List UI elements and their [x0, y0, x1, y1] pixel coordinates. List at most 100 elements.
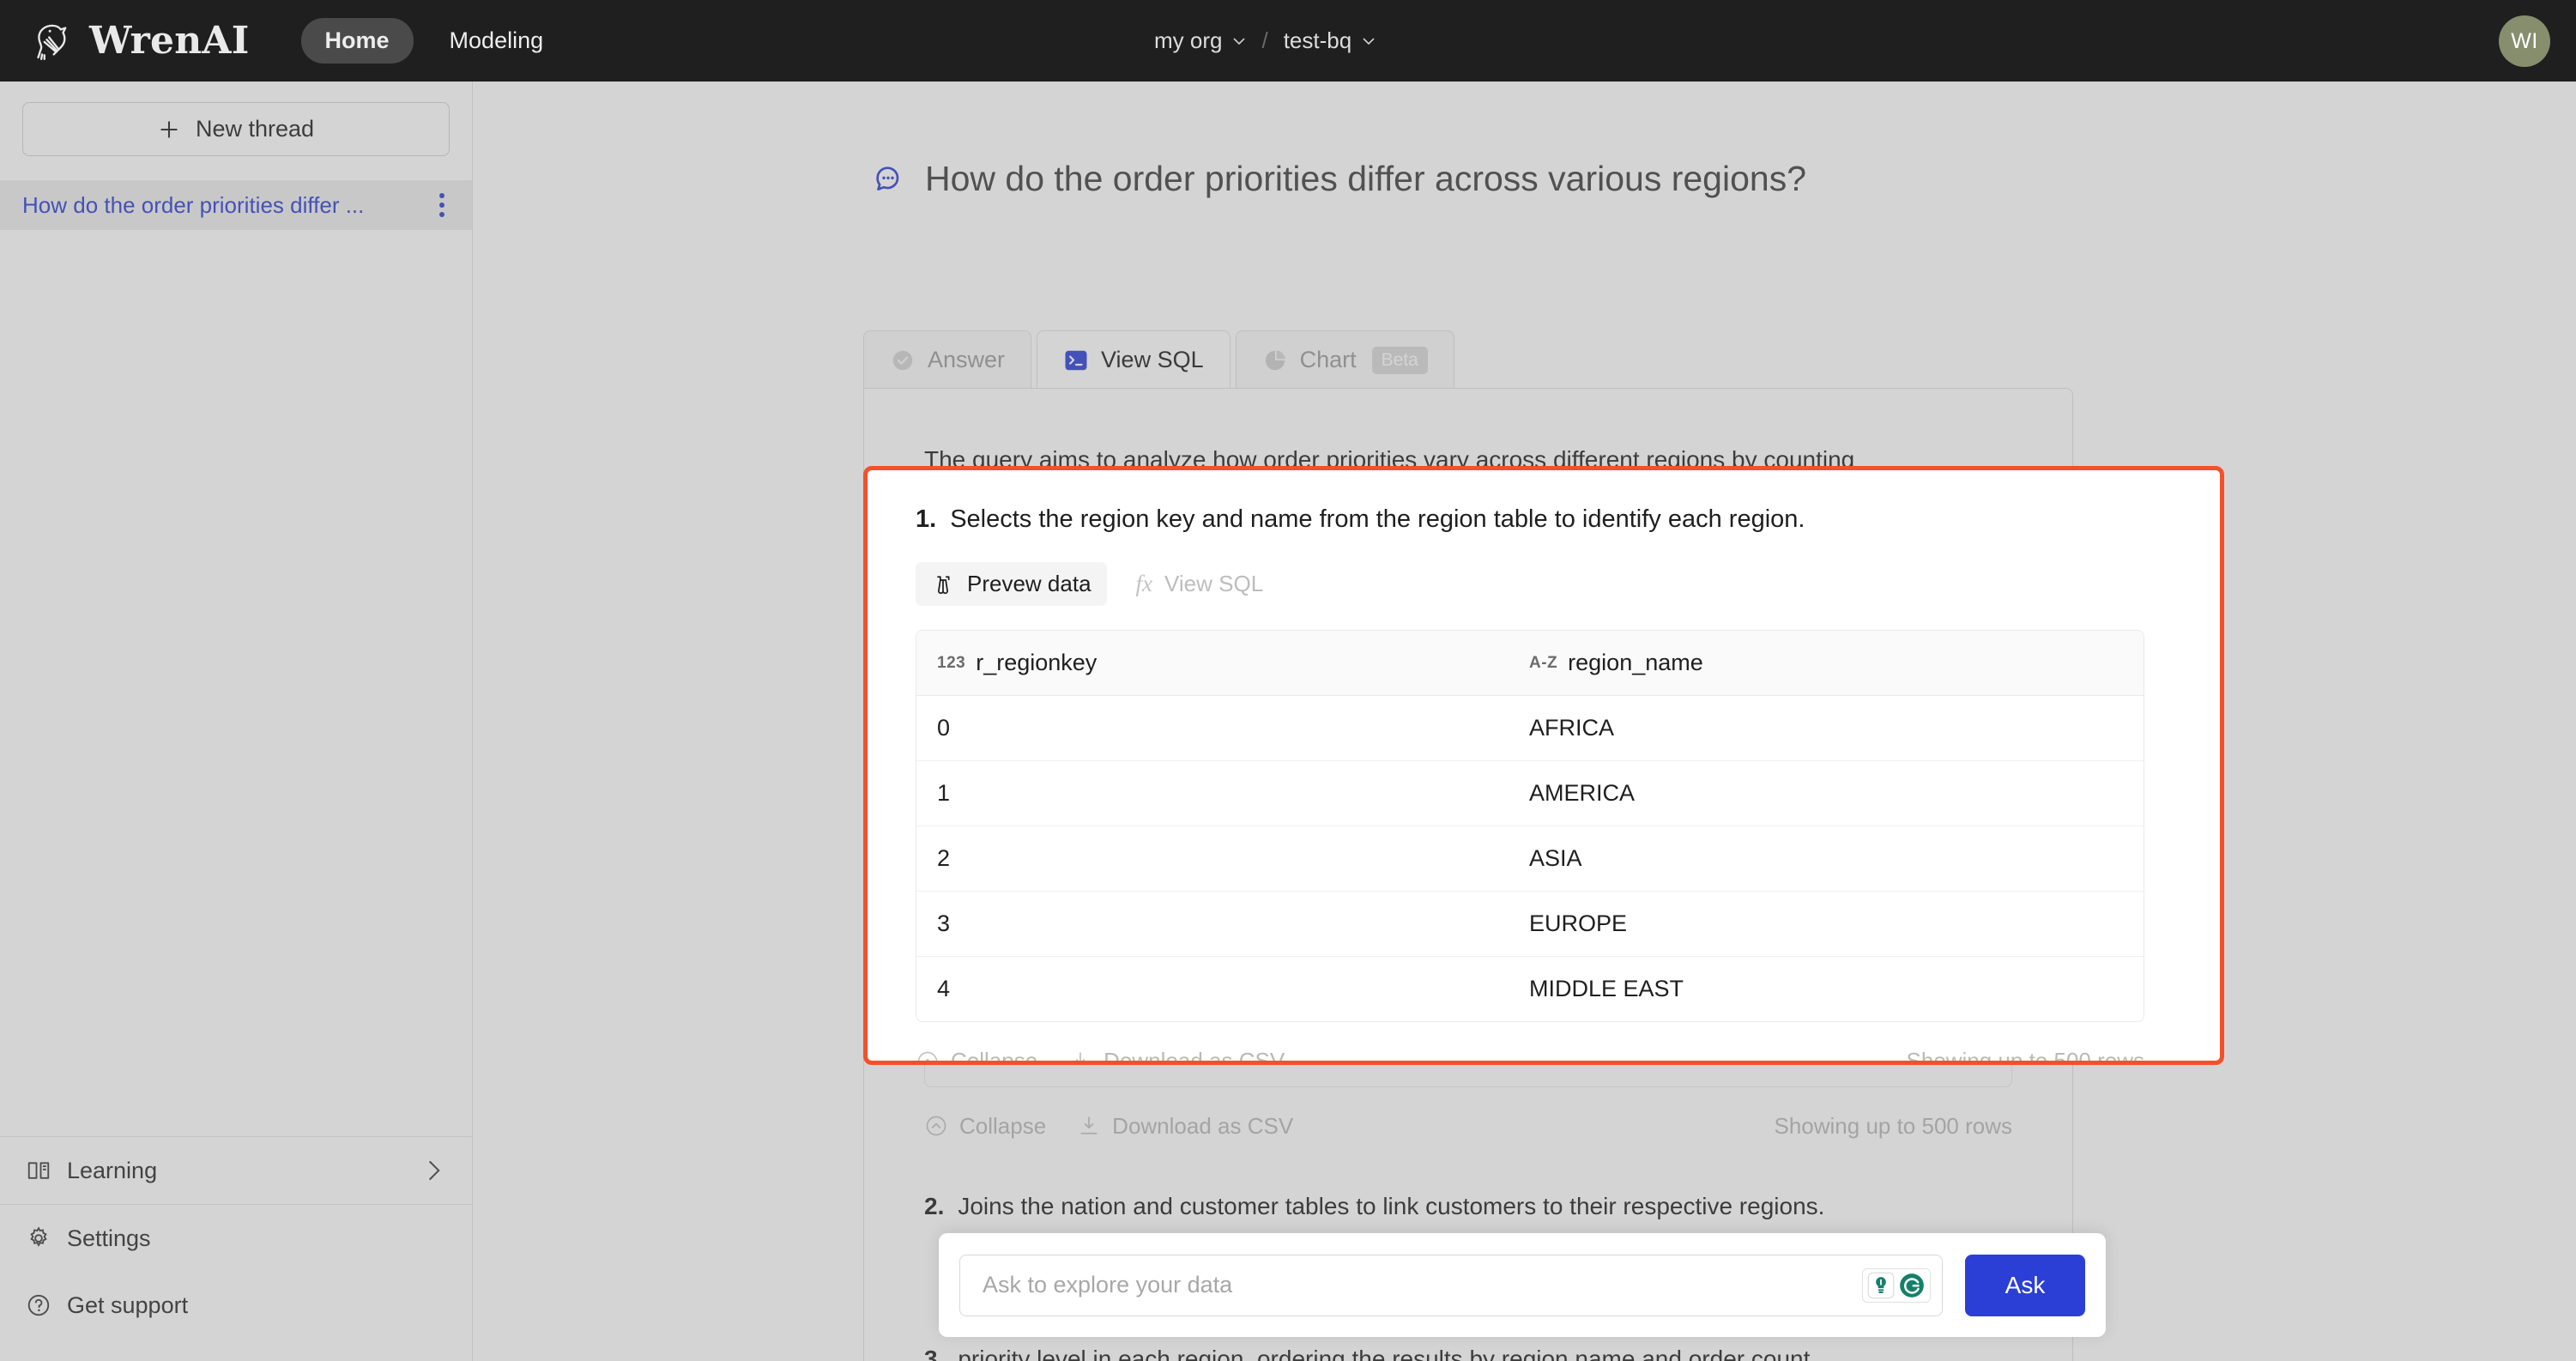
lightbulb-extension-icon[interactable] — [1867, 1272, 1895, 1299]
sidebar-item-label: Learning — [67, 1157, 158, 1183]
project-selector[interactable]: test-bq — [1284, 27, 1376, 54]
chevron-right-icon — [429, 1161, 440, 1180]
download-icon — [1075, 1051, 1085, 1061]
new-thread-label: New thread — [195, 116, 315, 142]
highlighted-step-card: 1. Selects the region key and name from … — [863, 466, 2224, 1065]
nav-item-modeling[interactable]: Modeling — [426, 18, 568, 64]
step-actions: Prevew data fx View SQL — [916, 562, 2144, 607]
wren-logo-icon — [37, 24, 67, 60]
preview-data-label: Prevew data — [967, 571, 1091, 597]
table-cell: 2 — [937, 845, 951, 872]
collapse-label: Collapse — [959, 1112, 1047, 1139]
ask-input[interactable] — [959, 1254, 1943, 1316]
table-row: 2 ASIA — [916, 826, 2144, 892]
step-number: 2. — [924, 1192, 945, 1219]
table-footer: Collapse Download as CSV Showing up to 5… — [924, 1113, 2012, 1140]
download-csv-label: Download as CSV — [1104, 1048, 1285, 1065]
org-name: my org — [1154, 27, 1223, 53]
top-navbar: WrenAI Home Modeling my org / test-bq WI — [0, 0, 2576, 82]
nav-item-home[interactable]: Home — [300, 18, 414, 64]
question-circle-icon — [27, 1294, 50, 1316]
sidebar-item-label: Settings — [67, 1225, 151, 1251]
binoculars-icon — [937, 576, 950, 594]
page-title-text: How do the order priorities differ acros… — [925, 159, 1807, 198]
collapse-label: Collapse — [951, 1048, 1038, 1065]
collapse-button[interactable]: Collapse — [924, 1113, 1046, 1140]
table-row: 4 MIDDLE EAST — [916, 957, 2144, 1021]
table-cell: EUROPE — [1529, 910, 1628, 937]
ask-input-wrapper — [959, 1254, 1943, 1316]
page-title: How do the order priorities differ acros… — [872, 159, 1806, 199]
preview-data-button[interactable]: Prevew data — [916, 562, 1107, 607]
step-number: 3. — [924, 1346, 945, 1361]
step-text: Selects the region key and name from the… — [950, 505, 1805, 533]
thread-list: How do the order priorities differ ... — [0, 180, 472, 1136]
view-sql-label: View SQL — [1164, 571, 1264, 597]
tab-chart[interactable]: Chart Beta — [1235, 330, 1454, 389]
org-project-selector: my org / test-bq — [1154, 0, 1376, 82]
brand-name: WrenAI — [89, 19, 250, 63]
thread-more-icon[interactable] — [434, 188, 450, 222]
download-csv-label: Download as CSV — [1112, 1112, 1294, 1139]
terminal-icon — [1065, 350, 1087, 370]
collapse-button[interactable]: Collapse — [916, 1048, 1038, 1065]
ask-bar: Ask — [939, 1233, 2106, 1337]
sidebar: New thread How do the order priorities d… — [0, 82, 473, 1361]
tab-answer[interactable]: Answer — [863, 330, 1032, 389]
table-row: 3 EUROPE — [916, 892, 2144, 958]
sidebar-item-label: Get support — [67, 1291, 189, 1318]
sidebar-item-settings[interactable]: Settings — [0, 1205, 472, 1272]
table-row: 0 AFRICA — [916, 696, 2144, 762]
chevron-down-icon — [1363, 37, 1375, 45]
sidebar-bottom: Learning Settings Get support — [0, 1136, 472, 1361]
table-cell: ASIA — [1529, 845, 1582, 872]
browser-extension-icons — [1862, 1267, 1931, 1303]
project-name: test-bq — [1283, 27, 1352, 53]
column-type-numeric: 123 — [937, 653, 966, 672]
plus-icon — [160, 120, 178, 138]
view-sql-button[interactable]: fx View SQL — [1121, 562, 1279, 606]
org-selector[interactable]: my org — [1154, 27, 1246, 54]
table-cell: 4 — [937, 976, 951, 1002]
download-csv-button[interactable]: Download as CSV — [1068, 1048, 1285, 1065]
sidebar-item-get-support[interactable]: Get support — [0, 1272, 472, 1339]
download-icon — [1080, 1116, 1098, 1135]
tab-label: View SQL — [1101, 347, 1204, 372]
column-name: region_name — [1568, 650, 1703, 676]
tab-view-sql[interactable]: View SQL — [1037, 330, 1231, 389]
new-thread-button[interactable]: New thread — [22, 102, 450, 156]
thread-item[interactable]: How do the order priorities differ ... — [0, 180, 472, 230]
column-name: r_regionkey — [976, 650, 1098, 676]
beta-badge: Beta — [1371, 346, 1428, 374]
table-cell: 1 — [937, 780, 951, 807]
chat-bubble-icon — [876, 166, 899, 191]
table-header-cell[interactable]: 123 r_regionkey — [916, 631, 1509, 695]
ask-button[interactable]: Ask — [1965, 1254, 2085, 1316]
table-cell: AMERICA — [1529, 780, 1636, 807]
table-cell: MIDDLE EAST — [1529, 976, 1684, 1002]
gear-icon — [30, 1226, 47, 1247]
download-csv-button[interactable]: Download as CSV — [1077, 1113, 1293, 1140]
table-footer: Collapse Download as CSV Showing up to 5… — [916, 1048, 2144, 1065]
fx-icon: fx — [1135, 571, 1153, 597]
preview-table: 123 r_regionkey A-Z region_name 0 AFRICA… — [916, 630, 2144, 1023]
avatar[interactable]: WI — [2499, 15, 2550, 67]
table-header-cell[interactable]: A-Z region_name — [1509, 631, 2144, 695]
thread-item-label: How do the order priorities differ ... — [22, 191, 365, 218]
org-separator: / — [1261, 27, 1268, 53]
step-number: 1. — [916, 505, 937, 533]
sidebar-item-learning[interactable]: Learning — [0, 1137, 472, 1204]
table-cell: 0 — [937, 715, 951, 741]
grammarly-extension-icon[interactable] — [1898, 1272, 1926, 1299]
table-header-row: 123 r_regionkey A-Z region_name — [916, 631, 2144, 697]
step-text: priority level in each region, ordering … — [958, 1346, 1817, 1361]
table-cell: 3 — [937, 910, 951, 937]
table-cell: AFRICA — [1529, 715, 1615, 741]
pie-chart-icon — [1265, 349, 1285, 370]
tab-bar: Answer View SQL Chart Beta — [863, 330, 1454, 389]
step-heading: 1. Selects the region key and name from … — [916, 503, 2144, 536]
step-text: Joins the nation and customer tables to … — [958, 1192, 1825, 1219]
tab-label: Chart — [1299, 347, 1357, 372]
nav-links: Home Modeling — [300, 18, 568, 64]
brand[interactable]: WrenAI — [26, 16, 250, 66]
